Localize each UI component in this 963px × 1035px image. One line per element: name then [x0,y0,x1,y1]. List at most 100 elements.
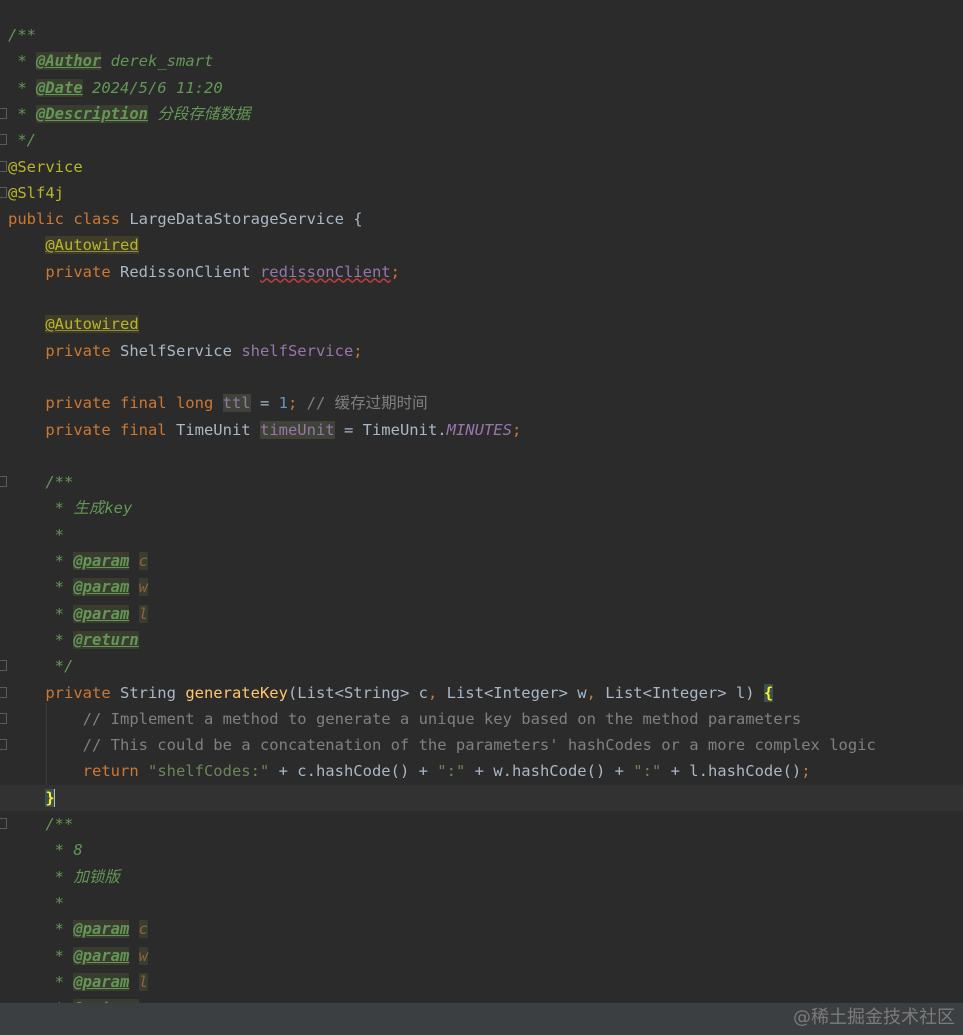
fold-marker-icon[interactable] [0,686,7,698]
code-line[interactable]: return "shelfCodes:" + c.hashCode() + ":… [0,758,963,784]
fold-marker-icon[interactable] [0,186,7,198]
code-token: @param [73,578,130,597]
code-line[interactable]: * [0,522,963,548]
code-line[interactable]: * @return [0,995,963,1003]
code-token: @Autowired [45,236,139,255]
code-line[interactable]: } [0,784,963,811]
code-line[interactable]: private String generateKey(List<String> … [0,680,963,706]
code-line[interactable]: public class LargeDataStorageService { [0,206,963,232]
code-line[interactable]: * @param c [0,548,963,574]
fold-marker-icon[interactable] [0,160,7,172]
code-token: { [763,683,774,702]
code-line[interactable]: /** [0,22,963,48]
code-text: * 8 [8,837,83,863]
code-token: ":" [633,762,662,781]
code-line[interactable] [0,443,963,469]
fold-marker-icon[interactable] [0,107,7,119]
code-line[interactable]: * @param c [0,916,963,942]
code-text: @Autowired [8,232,139,258]
code-token: = TimeUnit. [334,420,447,439]
code-text: * @Author derek_smart [8,48,213,74]
code-editor[interactable]: /** * @Author derek_smart * @Date 2024/5… [0,0,963,1003]
code-line[interactable]: * @Author derek_smart [0,48,963,74]
code-token: l [138,604,149,623]
code-line[interactable]: private RedissonClient redissonClient; [0,259,963,285]
code-line[interactable]: * 加锁版 [0,864,963,890]
code-token: + l.hashCode() [661,762,802,781]
code-token: private [8,683,120,702]
code-token: @Date [36,78,83,97]
code-token: @Slf4j [8,183,64,202]
code-token: @Autowired [45,315,139,334]
code-line[interactable]: */ [0,127,963,153]
code-token: * [8,578,74,597]
code-line[interactable]: private ShelfService shelfService; [0,338,963,364]
code-token: * [8,552,74,570]
code-line[interactable]: * @param l [0,969,963,995]
code-token: TimeUnit [175,420,260,439]
code-token: @Description [36,104,148,123]
code-line[interactable]: * 生成key [0,495,963,521]
code-line[interactable]: @Autowired [0,232,963,258]
code-text: * @param l [8,969,149,995]
code-token: timeUnit [259,420,335,439]
code-token: * [8,52,36,71]
code-line[interactable]: // This could be a concatenation of the … [0,732,963,758]
code-line[interactable]: private final long ttl = 1; // 缓存过期时间 [0,390,963,416]
code-text: * @param c [8,548,149,574]
code-token: l [138,972,149,991]
code-line[interactable]: * @param w [0,943,963,969]
code-line[interactable]: @Slf4j [0,180,963,206]
code-line[interactable]: * [0,890,963,916]
code-token: LargeDataStorageService { [129,210,363,229]
code-text: * @param w [8,943,149,969]
code-token: + w.hashCode() + [465,762,634,781]
code-token: ":" [437,762,466,781]
fold-marker-icon[interactable] [0,818,7,829]
code-text: return "shelfCodes:" + c.hashCode() + ":… [8,758,811,784]
code-token: , [586,683,606,702]
code-line[interactable]: */ [0,653,963,679]
code-token: ; [390,262,400,281]
code-text: */ [8,653,74,679]
code-token: /** [8,473,74,492]
fold-marker-icon[interactable] [0,134,7,146]
code-text: /** [8,469,73,495]
code-line[interactable]: * @Date 2024/5/6 11:20 [0,75,963,101]
code-line[interactable]: * @param l [0,601,963,627]
code-text: * @Date 2024/5/6 11:20 [8,75,223,101]
code-line[interactable]: // Implement a method to generate a uniq… [0,706,963,732]
code-line[interactable]: * @return [0,627,963,653]
code-line[interactable] [0,364,963,390]
code-text: private final long ttl = 1; // 缓存过期时间 [8,390,428,416]
code-token: @return [73,630,139,649]
code-text: /** [8,811,73,837]
code-token: @param [73,972,130,991]
code-line[interactable]: private final TimeUnit timeUnit = TimeUn… [0,417,963,443]
fold-marker-icon[interactable] [0,712,7,724]
code-token: // 缓存过期时间 [297,394,428,413]
code-token: shelfService [241,341,354,360]
code-line[interactable]: * 8 [0,837,963,863]
code-line[interactable]: * @param w [0,574,963,600]
code-line[interactable]: /** [0,469,963,495]
code-token: private [8,341,120,360]
code-line[interactable] [0,285,963,311]
code-token: * [8,604,74,623]
code-token: ; [287,394,298,413]
fold-marker-icon[interactable] [0,476,7,488]
code-token: (List<String> c [287,683,428,702]
code-token: ; [353,341,363,360]
code-token: public class [8,210,130,229]
code-token: */ [8,657,74,676]
code-line[interactable]: @Autowired [0,311,963,337]
code-line[interactable]: * @Description 分段存储数据 [0,101,963,127]
code-token: * [8,893,64,912]
code-token: = [250,394,279,413]
code-line[interactable]: /** [0,811,963,837]
code-line[interactable]: @Service [0,154,963,180]
fold-marker-icon[interactable] [0,739,7,751]
fold-marker-icon[interactable] [0,660,7,672]
